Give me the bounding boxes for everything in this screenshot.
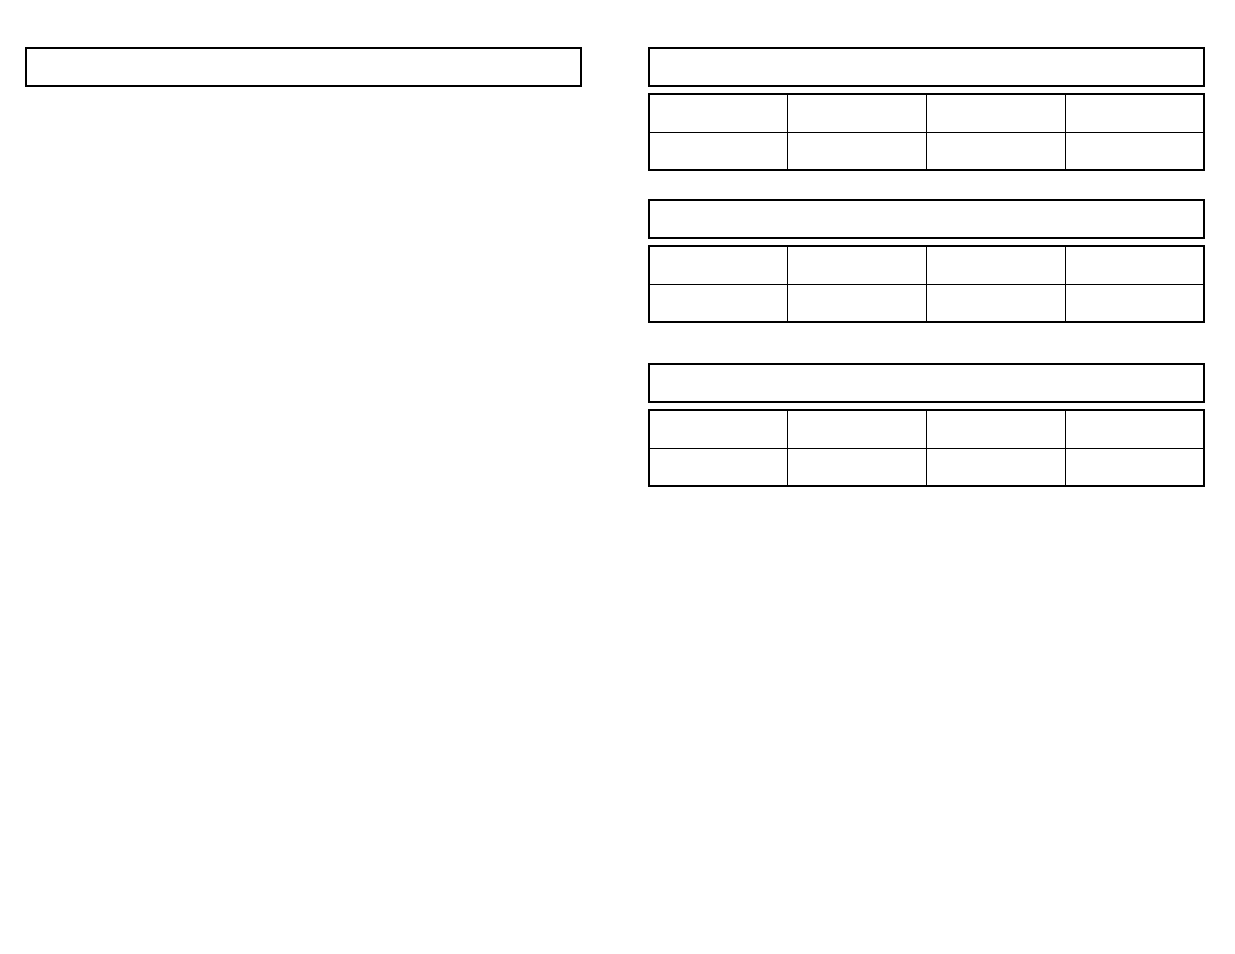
table-cell (1065, 132, 1204, 170)
table-cell (927, 410, 1066, 448)
table-row (649, 284, 1204, 322)
table-cell (649, 448, 788, 486)
table-cell (927, 246, 1066, 284)
table-row (649, 410, 1204, 448)
table-cell (1065, 448, 1204, 486)
table-cell (788, 410, 927, 448)
table-cell (788, 284, 927, 322)
table-cell (927, 132, 1066, 170)
table-header-1 (648, 47, 1205, 87)
table-cell (788, 94, 927, 132)
table-cell (788, 246, 927, 284)
table-cell (1065, 94, 1204, 132)
table-cell (649, 94, 788, 132)
table-cell (649, 246, 788, 284)
table-3 (648, 409, 1205, 487)
table-cell (649, 410, 788, 448)
table-cell (788, 448, 927, 486)
table-row (649, 246, 1204, 284)
table-row (649, 94, 1204, 132)
table-cell (927, 448, 1066, 486)
table-2 (648, 245, 1205, 323)
table-header-3 (648, 363, 1205, 403)
table-cell (1065, 284, 1204, 322)
table-group-2 (648, 199, 1205, 323)
table-cell (1065, 410, 1204, 448)
table-cell (927, 94, 1066, 132)
table-cell (927, 284, 1066, 322)
table-header-2 (648, 199, 1205, 239)
table-1 (648, 93, 1205, 171)
left-header-box (25, 47, 582, 87)
table-cell (649, 132, 788, 170)
table-cell (649, 284, 788, 322)
table-group-3 (648, 363, 1205, 487)
table-cell (788, 132, 927, 170)
table-row (649, 132, 1204, 170)
table-cell (1065, 246, 1204, 284)
table-group-1 (648, 47, 1205, 171)
table-row (649, 448, 1204, 486)
